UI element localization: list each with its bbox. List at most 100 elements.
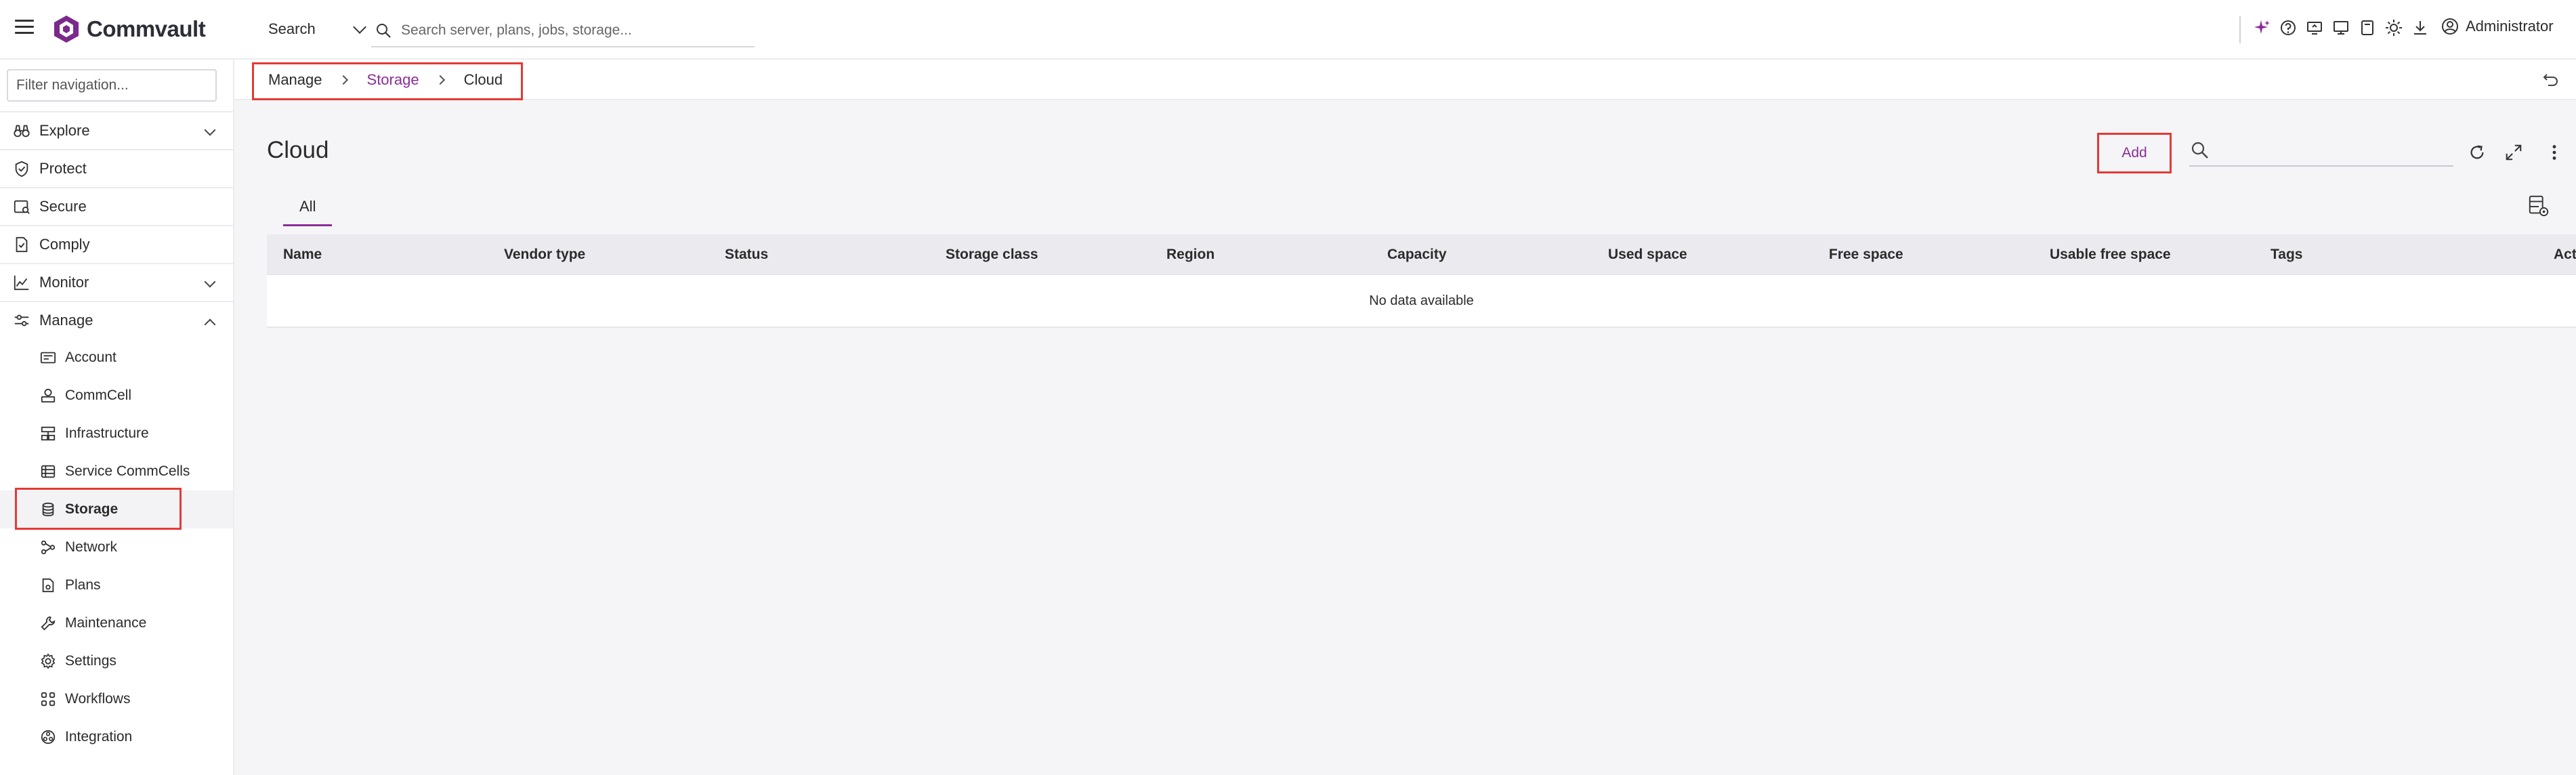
sidebar-item-label: Monitor xyxy=(39,274,89,291)
logo-text: Commvault xyxy=(87,16,206,41)
sidebar-subitem-label: Settings xyxy=(65,653,117,669)
refresh-icon[interactable] xyxy=(2467,142,2487,163)
expand-icon[interactable] xyxy=(2504,142,2524,163)
global-search[interactable] xyxy=(371,15,755,47)
service-commcells-icon xyxy=(39,463,57,480)
commvault-logo-icon xyxy=(54,16,79,43)
column-header-free-space[interactable]: Free space xyxy=(1813,247,2033,263)
wrench-icon xyxy=(39,614,57,632)
sidebar-subitem-label: Plans xyxy=(65,577,101,593)
document-check-icon xyxy=(12,235,31,254)
tab-all[interactable]: All xyxy=(283,187,333,226)
sidebar-subitem-network[interactable]: Network xyxy=(0,528,233,566)
top-bar: Commvault Search Administr xyxy=(0,0,2576,60)
table-search-input[interactable] xyxy=(2216,142,2447,159)
remote-desktop-icon[interactable] xyxy=(2306,19,2323,37)
sidebar-subitem-integration[interactable]: Integration xyxy=(0,718,233,756)
sidebar-subitem-settings[interactable]: Settings xyxy=(0,642,233,680)
sidebar-item-protect[interactable]: Protect xyxy=(0,149,233,187)
column-header-storage-class[interactable]: Storage class xyxy=(929,247,1150,263)
commvault-logo[interactable]: Commvault xyxy=(53,14,206,45)
sparkle-icon[interactable] xyxy=(2253,19,2271,37)
sidebar-item-secure[interactable]: Secure xyxy=(0,187,233,225)
sidebar-item-label: Protect xyxy=(39,160,87,177)
undo-icon[interactable] xyxy=(2541,70,2560,89)
column-header-capacity[interactable]: Capacity xyxy=(1371,247,1592,263)
empty-state-text: No data available xyxy=(1369,293,1474,308)
sidebar-subitem-maintenance[interactable]: Maintenance xyxy=(0,604,233,642)
sidebar-subitem-workflows[interactable]: Workflows xyxy=(0,680,233,718)
tablet-icon[interactable] xyxy=(2359,19,2376,37)
sidebar-subitem-label: Integration xyxy=(65,729,133,745)
column-header-region[interactable]: Region xyxy=(1150,247,1371,263)
sidebar-item-label: Comply xyxy=(39,236,90,253)
breadcrumb-highlight xyxy=(252,62,523,100)
sidebar-item-comply[interactable]: Comply xyxy=(0,225,233,263)
top-icon-bar xyxy=(2253,19,2429,37)
secure-icon xyxy=(12,197,31,216)
sidebar-item-monitor[interactable]: Monitor xyxy=(0,263,233,301)
search-scope-label: Search xyxy=(268,20,316,37)
table-search[interactable] xyxy=(2189,135,2453,167)
download-icon[interactable] xyxy=(2411,19,2429,37)
sidebar-subitem-infrastructure[interactable]: Infrastructure xyxy=(0,415,233,453)
search-icon xyxy=(377,24,391,38)
sidebar-subitem-label: Network xyxy=(65,539,118,555)
sidebar-subitem-account[interactable]: Account xyxy=(0,339,233,377)
theme-icon[interactable] xyxy=(2385,19,2403,37)
chevron-down-icon xyxy=(204,276,216,288)
chart-line-icon xyxy=(12,273,31,292)
sidebar-item-label: Secure xyxy=(39,198,87,215)
column-header-name[interactable]: Name xyxy=(267,247,488,263)
toolbar-divider xyxy=(2239,16,2241,43)
shield-check-icon xyxy=(12,159,31,178)
chevron-up-icon xyxy=(204,318,216,331)
page-title: Cloud xyxy=(267,137,329,163)
column-header-actions: Actions xyxy=(2553,246,2576,262)
column-header-usable-free-space[interactable]: Usable free space xyxy=(2033,247,2254,263)
user-avatar-icon xyxy=(2442,18,2458,35)
global-search-input[interactable] xyxy=(401,22,740,39)
integration-icon xyxy=(39,728,57,746)
monitor-icon[interactable] xyxy=(2332,19,2350,37)
sidebar-subitem-label: Workflows xyxy=(65,691,131,707)
column-header-status[interactable]: Status xyxy=(709,247,929,263)
column-settings-icon[interactable] xyxy=(2527,194,2551,218)
filter-navigation-input[interactable] xyxy=(7,69,217,102)
infrastructure-icon xyxy=(39,425,57,442)
hamburger-menu-icon[interactable] xyxy=(15,20,34,39)
sidebar-subitem-plans[interactable]: Plans xyxy=(0,566,233,604)
table-header: Name Vendor type Status Storage class Re… xyxy=(267,234,2576,275)
sidebar-item-label: Manage xyxy=(39,312,93,329)
sidebar-item-explore[interactable]: Explore xyxy=(0,111,233,149)
breadcrumb-bar: Manage Storage Cloud xyxy=(234,60,2576,100)
id-card-icon xyxy=(39,349,57,366)
plans-icon xyxy=(39,577,57,594)
binoculars-icon xyxy=(12,121,31,140)
sidebar-storage-highlight xyxy=(15,488,182,530)
commcell-icon xyxy=(39,387,57,404)
search-icon xyxy=(2191,142,2208,159)
workflows-icon xyxy=(39,690,57,708)
network-icon xyxy=(39,539,57,556)
column-header-used-space[interactable]: Used space xyxy=(1592,247,1813,263)
search-scope-dropdown[interactable]: Search xyxy=(268,18,366,41)
sidebar: Explore Protect Secure Comply Monitor Ma… xyxy=(0,60,234,775)
sidebar-subitem-label: Account xyxy=(65,350,117,365)
user-menu[interactable]: Administrator xyxy=(2441,18,2554,35)
column-header-tags[interactable]: Tags xyxy=(2254,247,2457,263)
chevron-down-icon xyxy=(352,20,366,34)
sidebar-subitem-service-commcells[interactable]: Service CommCells xyxy=(0,453,233,490)
gear-icon xyxy=(39,652,57,670)
more-vertical-icon[interactable] xyxy=(2544,142,2564,163)
add-button[interactable]: Add xyxy=(2097,133,2172,173)
sidebar-item-manage[interactable]: Manage xyxy=(0,301,233,339)
sidebar-item-label: Explore xyxy=(39,122,90,139)
sidebar-subitem-label: CommCell xyxy=(65,387,132,403)
tab-bar: All xyxy=(283,187,333,228)
chevron-down-icon xyxy=(204,124,216,136)
help-icon[interactable] xyxy=(2279,19,2297,37)
sidebar-subitem-label: Service CommCells xyxy=(65,463,190,479)
column-header-vendor-type[interactable]: Vendor type xyxy=(488,247,709,263)
sidebar-subitem-commcell[interactable]: CommCell xyxy=(0,377,233,415)
